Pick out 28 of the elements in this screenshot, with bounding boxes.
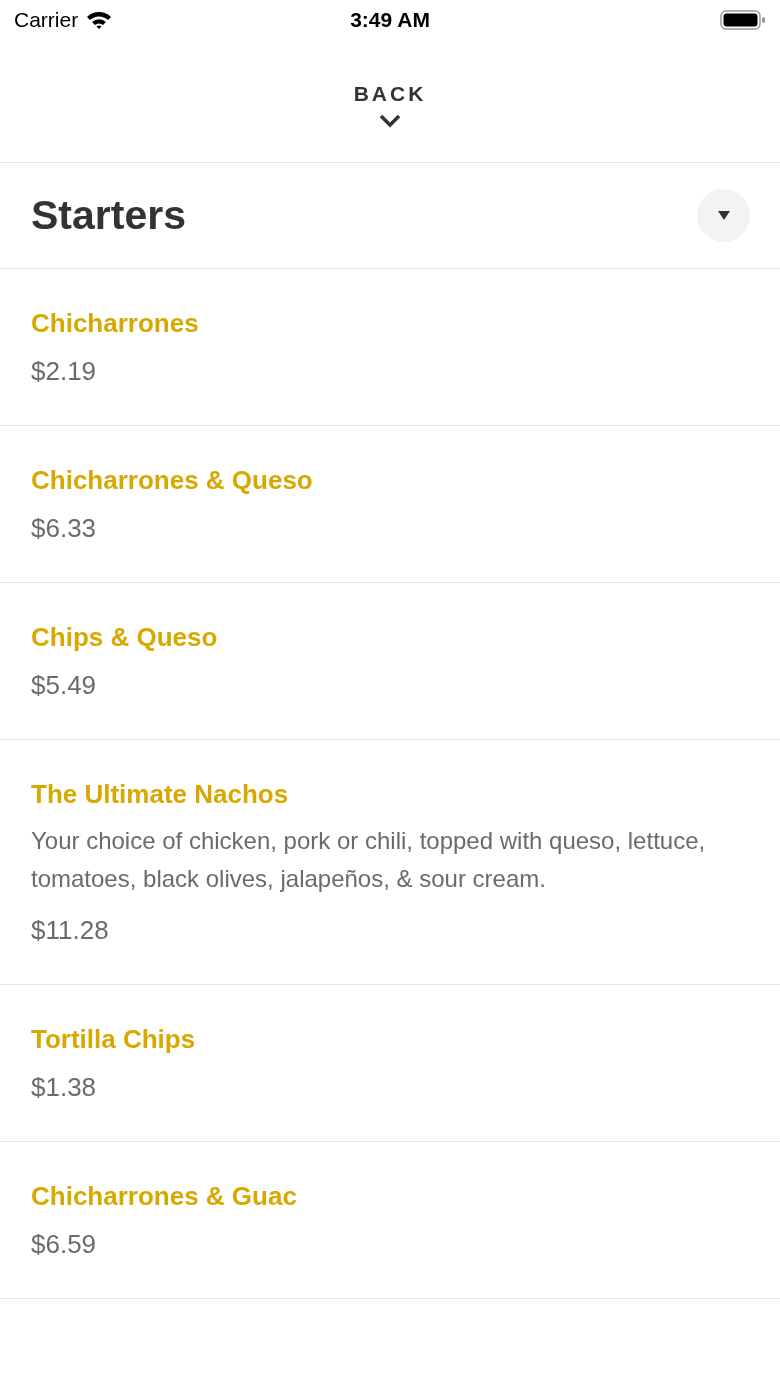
item-price: $5.49	[31, 669, 98, 701]
item-price: $6.33	[31, 512, 98, 544]
menu-item[interactable]: Chicharrones $2.19	[0, 269, 780, 426]
menu-item[interactable]: Chicharrones & Guac $6.59	[0, 1142, 780, 1299]
menu-item[interactable]: Chips & Queso $5.49	[0, 583, 780, 740]
menu-item[interactable]: The Ultimate Nachos Your choice of chicken, pork or chili, topped with queso, lettuce, tomatoes, black olives, jalapeños, & sour cream. $11.28	[0, 740, 780, 985]
menu-item[interactable]: Chicharrones & Queso $6.33	[0, 426, 780, 583]
item-price: $11.28	[31, 914, 110, 946]
item-name: Chicharrones & Queso	[31, 464, 314, 496]
item-name: Tortilla Chips	[31, 1023, 197, 1055]
menu-item[interactable]: Tortilla Chips $1.38	[0, 985, 780, 1142]
clock-label: 3:49 AM	[350, 7, 430, 34]
item-price: $2.19	[31, 355, 98, 387]
wifi-icon	[86, 10, 113, 30]
item-name: Chips & Queso	[31, 621, 219, 653]
battery-icon	[720, 9, 766, 31]
item-name: Chicharrones & Guac	[31, 1180, 298, 1212]
item-name: Chicharrones	[31, 307, 200, 339]
item-name: The Ultimate Nachos	[31, 778, 290, 810]
section-title: Starters	[31, 190, 186, 240]
item-price: $1.38	[31, 1071, 98, 1103]
chevron-down-icon	[379, 113, 401, 128]
caret-icon	[717, 210, 730, 221]
item-description: Your choice of chicken, pork or chili, topped with queso, lettuce, tomatoes, black olives, jalapeños, & sour cream.	[31, 826, 707, 894]
item-price: $6.59	[31, 1228, 98, 1260]
back-button[interactable]: BACK	[0, 40, 780, 163]
dropdown-toggle[interactable]	[697, 189, 750, 242]
carrier-label: Carrier	[14, 7, 79, 34]
